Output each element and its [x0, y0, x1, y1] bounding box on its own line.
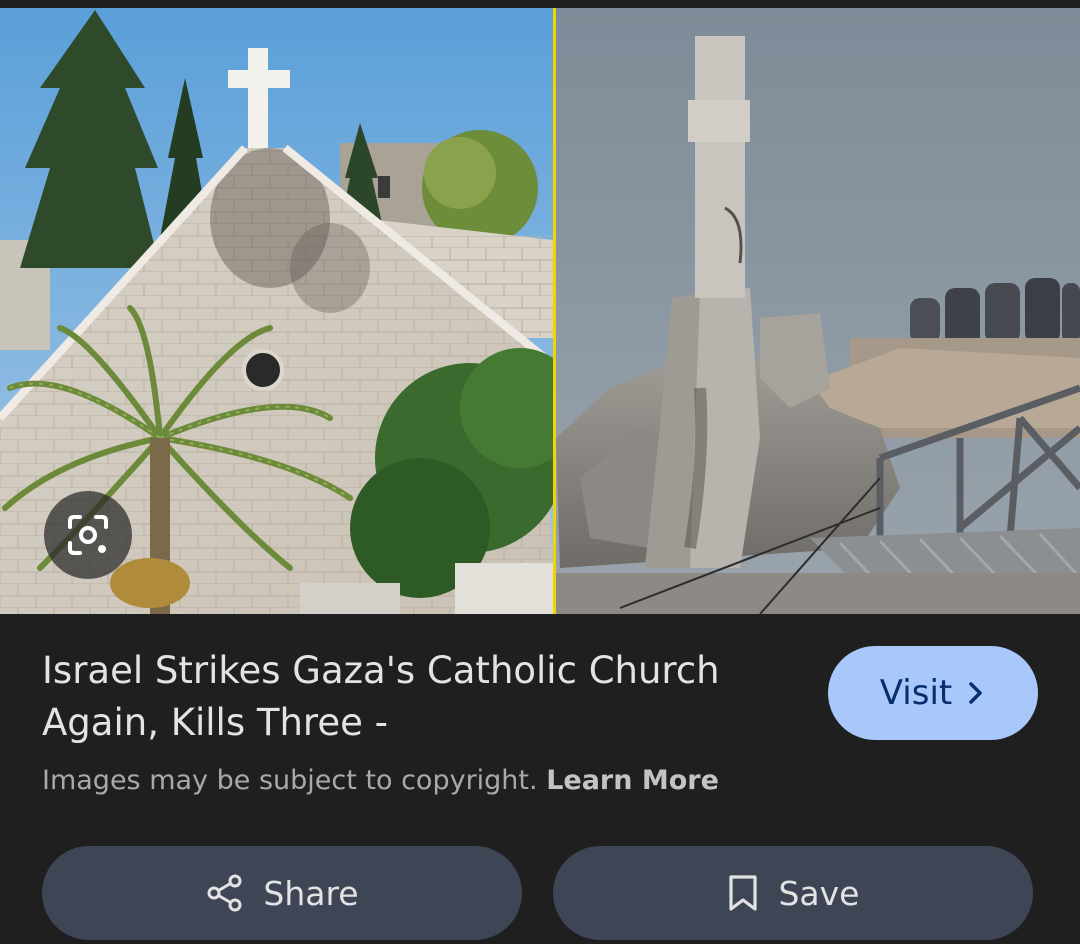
result-title-text: Israel Strikes Gaza's Catholic Church Ag… — [42, 649, 720, 744]
bookmark-icon — [726, 873, 760, 913]
visit-button-label: Visit — [879, 673, 953, 713]
learn-more-link[interactable]: Learn More — [546, 765, 719, 796]
result-title[interactable]: Israel Strikes Gaza's Catholic Church Ag… — [42, 645, 782, 749]
chevron-right-icon — [966, 680, 986, 706]
church-before-after-image — [0, 8, 1080, 614]
visit-button[interactable]: Visit — [828, 646, 1038, 740]
save-button[interactable]: Save — [553, 846, 1033, 940]
share-icon — [205, 873, 245, 913]
save-button-label: Save — [778, 873, 860, 913]
image-viewer: Israel Strikes Gaza's Catholic Church Ag… — [0, 0, 1080, 944]
share-button[interactable]: Share — [42, 846, 522, 940]
lens-icon — [64, 511, 112, 559]
lens-search-button[interactable] — [44, 491, 132, 579]
copyright-notice: Images may be subject to copyright. Lear… — [42, 762, 942, 800]
source-name-redacted — [400, 710, 410, 740]
copyright-text: Images may be subject to copyright. — [42, 765, 538, 796]
result-image[interactable] — [0, 8, 1080, 614]
share-button-label: Share — [263, 873, 359, 913]
